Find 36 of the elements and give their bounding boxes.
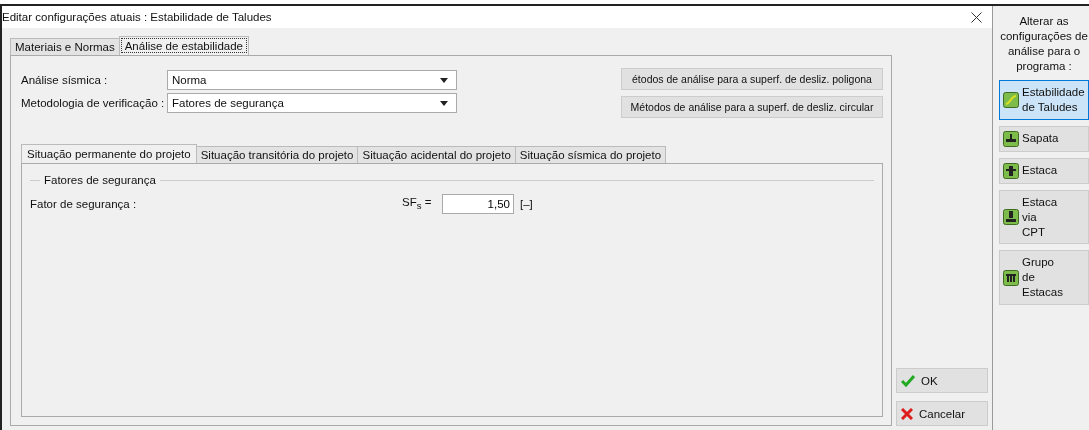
pile-icon [1003, 162, 1019, 179]
panel-heading: Alterar as configurações de análise para o programa : [999, 14, 1089, 74]
program-button[interactable]: Estaca [999, 157, 1089, 184]
tab[interactable]: Situação sísmica do projeto [514, 146, 667, 163]
methods-button[interactable]: Métodos de análise para a superf. de desliz. circular [621, 96, 883, 118]
check-icon [901, 374, 915, 387]
window-title: Editar configurações atuais : Estabilidade de Taludes [2, 11, 272, 23]
tab[interactable]: Situação permanente do projeto [21, 144, 197, 163]
program-button[interactable]: Estabilidade de Taludes [999, 79, 1089, 120]
methods-button[interactable]: étodos de análise para a superf. de desliz. poligona [621, 68, 883, 90]
tab[interactable]: Análise de estabilidade [118, 36, 249, 55]
field-label: Metodologia de verificação : [21, 97, 166, 109]
dropdown[interactable]: Fatores de segurança [167, 93, 457, 113]
input-field[interactable]: 1,50 [442, 194, 514, 214]
close-button[interactable] [969, 9, 984, 25]
program-button[interactable]: Estaca via CPT [999, 189, 1089, 245]
slope-icon [1003, 91, 1019, 108]
ok-button[interactable]: OK [896, 368, 988, 393]
field-label: Fator de segurança : [30, 198, 138, 210]
pile-icon [1003, 209, 1019, 226]
unit-label: [–] [520, 198, 533, 210]
dropdown[interactable]: Norma [167, 70, 457, 90]
cancel-button[interactable]: Cancelar [896, 401, 988, 426]
program-button[interactable]: Grupo de Estacas [999, 250, 1089, 306]
symbol-label: SF$_{s}$ = [402, 196, 433, 212]
group-title: Fatores de segurança [44, 174, 156, 186]
program-button[interactable]: Sapata [999, 125, 1089, 152]
cross-icon [901, 407, 913, 420]
field-label: Análise sísmica : [21, 74, 109, 86]
footing-icon [1003, 130, 1019, 147]
tab[interactable]: Situação transitória do projeto [195, 146, 359, 163]
tab[interactable]: Materiais e Normas [10, 38, 120, 55]
caret-icon [440, 77, 448, 83]
pile-group-icon [1003, 269, 1019, 286]
tab[interactable]: Situação acidental do projeto [357, 146, 516, 163]
caret-icon [440, 100, 448, 106]
